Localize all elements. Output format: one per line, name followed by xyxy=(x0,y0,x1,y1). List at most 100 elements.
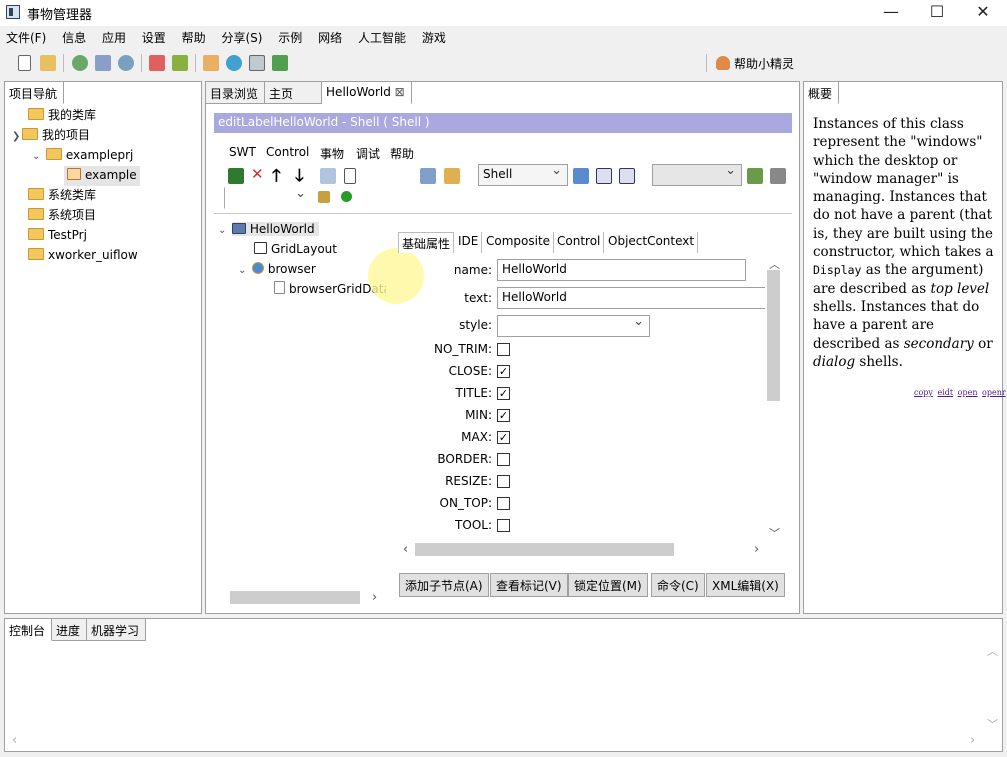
console-scroll-up-icon[interactable]: ︿ xyxy=(987,643,998,659)
console-scroll-right-icon[interactable]: › xyxy=(970,733,975,748)
tree-node-helloworld[interactable]: ⌄ HelloWorld xyxy=(218,220,319,240)
menu-network[interactable]: 网络 xyxy=(312,26,348,48)
delete-icon[interactable]: ✕ xyxy=(251,165,264,183)
copy-link[interactable]: copy xyxy=(914,388,933,397)
inner-menu-swt[interactable]: SWT xyxy=(229,145,256,159)
nav-item-system-projects[interactable]: 系统项目 xyxy=(28,206,96,226)
close-button[interactable]: ✕ xyxy=(960,0,1006,26)
checkbox-max[interactable]: ✓ xyxy=(497,431,510,444)
chevron-right-icon[interactable]: ❯ xyxy=(12,128,22,146)
tree-node-gridlayout[interactable]: GridLayout xyxy=(254,240,337,260)
chevron-down-icon[interactable]: ⌄ xyxy=(238,262,248,280)
lock-position-button[interactable]: 锁定位置(M) xyxy=(568,573,648,597)
tab-directory-browse[interactable]: 目录浏览 xyxy=(206,82,266,104)
text-field[interactable]: HelloWorld xyxy=(497,287,765,309)
inner-menu-control[interactable]: Control xyxy=(266,145,309,159)
console-scroll-left-icon[interactable]: ‹ xyxy=(12,733,17,748)
tab-progress[interactable]: 进度 xyxy=(52,619,88,641)
console-scroll-down-icon[interactable]: ﹀ xyxy=(987,716,998,732)
tab-helloworld[interactable]: HelloWorld ⊠ xyxy=(322,82,412,104)
filter-combo[interactable] xyxy=(224,186,312,209)
run-plugin-icon[interactable] xyxy=(747,168,763,184)
tree-scroll-thumb[interactable] xyxy=(230,591,360,604)
menu-info[interactable]: 信息 xyxy=(56,26,92,48)
name-field[interactable]: HelloWorld xyxy=(497,259,746,281)
refresh-icon[interactable] xyxy=(573,168,589,184)
tab-home[interactable]: 主页 xyxy=(265,82,323,104)
inner-menu-debug[interactable]: 调试 xyxy=(356,145,380,162)
bookmark-icon[interactable] xyxy=(444,168,460,184)
chevron-down-icon[interactable]: ⌄ xyxy=(32,148,42,166)
maximize-button[interactable]: ☐ xyxy=(914,0,960,26)
nav-item-my-projects[interactable]: ❯ 我的项目 xyxy=(12,126,90,146)
tab-console[interactable]: 控制台 xyxy=(5,619,53,641)
pdf-icon[interactable] xyxy=(149,55,165,71)
prop-tab-ide[interactable]: IDE xyxy=(455,232,483,253)
nav-item-xworker-uiflow[interactable]: xworker_uiflow xyxy=(28,246,138,266)
scroll-left-icon[interactable]: ‹ xyxy=(403,542,408,557)
menu-games[interactable]: 游戏 xyxy=(416,26,452,48)
prop-tab-composite[interactable]: Composite xyxy=(483,232,555,253)
save-icon[interactable] xyxy=(228,168,244,184)
checkbox-title[interactable]: ✓ xyxy=(497,387,510,400)
menu-help[interactable]: 帮助 xyxy=(176,26,212,48)
checkbox-resize[interactable] xyxy=(497,475,510,488)
checkbox-close[interactable]: ✓ xyxy=(497,365,510,378)
nav-item-system-libs[interactable]: 系统类库 xyxy=(28,186,96,206)
tree-view-icon[interactable] xyxy=(420,168,436,184)
action-combo[interactable] xyxy=(652,163,742,186)
close-tab-icon[interactable]: ⊠ xyxy=(395,85,405,99)
horizontal-scroll-thumb[interactable] xyxy=(415,543,674,556)
x-box-alt-icon[interactable] xyxy=(619,168,635,184)
window-icon[interactable] xyxy=(249,55,265,71)
edit-link[interactable]: eidt xyxy=(937,388,953,397)
command-button[interactable]: 命令(C) xyxy=(651,573,705,597)
inner-menu-thing[interactable]: 事物 xyxy=(320,145,344,162)
checkbox-border[interactable] xyxy=(497,453,510,466)
menu-apps[interactable]: 应用 xyxy=(96,26,132,48)
xml-file-icon[interactable] xyxy=(344,168,356,184)
open-link[interactable]: open xyxy=(958,388,978,397)
checkbox-on-top[interactable] xyxy=(497,497,510,510)
tree-node-browser[interactable]: ⌄ browser xyxy=(238,260,316,280)
menu-file[interactable]: 文件(F) xyxy=(0,26,52,48)
menu-share[interactable]: 分享(S) xyxy=(215,26,268,48)
image-tool-icon[interactable] xyxy=(95,55,111,71)
view-marks-button[interactable]: 查看标记(V) xyxy=(490,573,568,597)
xml-edit-button[interactable]: XML编辑(X) xyxy=(706,573,785,597)
tab-summary[interactable]: 概要 xyxy=(804,82,840,104)
refresh-globe-icon[interactable] xyxy=(72,55,88,71)
prop-tab-control[interactable]: Control xyxy=(554,232,605,253)
stop-plugin-icon[interactable] xyxy=(770,168,786,184)
tab-machine-learning[interactable]: 机器学习 xyxy=(87,619,147,641)
helper-button[interactable]: 帮助小精灵 xyxy=(716,55,794,72)
nav-item-exampleprj[interactable]: ⌄ exampleprj xyxy=(32,146,133,166)
inner-menu-help[interactable]: 帮助 xyxy=(390,145,414,162)
menu-ai[interactable]: 人工智能 xyxy=(352,26,412,48)
tab-project-nav[interactable]: 项目导航 xyxy=(5,82,65,104)
checkbox-min[interactable]: ✓ xyxy=(497,409,510,422)
monitor-icon[interactable] xyxy=(272,55,288,71)
tree-scroll-right-icon[interactable]: › xyxy=(372,590,377,605)
open-folder-icon[interactable] xyxy=(40,55,56,71)
style-select[interactable] xyxy=(497,314,650,337)
nav-item-my-libs[interactable]: 我的类库 xyxy=(28,106,96,126)
nav-item-example[interactable]: example xyxy=(64,166,140,186)
checkbox-tool[interactable] xyxy=(497,519,510,532)
add-child-icon[interactable] xyxy=(318,191,330,203)
plugin-icon[interactable] xyxy=(172,55,188,71)
play-icon[interactable] xyxy=(341,191,352,202)
scroll-right-icon[interactable]: › xyxy=(754,542,759,557)
add-child-button[interactable]: 添加子节点(A) xyxy=(399,573,489,597)
vertical-scroll-thumb[interactable] xyxy=(767,270,780,401)
new-file-icon[interactable] xyxy=(18,55,31,71)
menu-examples[interactable]: 示例 xyxy=(272,26,308,48)
nav-item-testprj[interactable]: TestPrj xyxy=(28,226,87,246)
checkbox-no-trim[interactable] xyxy=(497,343,510,356)
minimize-button[interactable]: — xyxy=(868,0,914,26)
globe-icon[interactable] xyxy=(226,55,242,71)
prop-tab-objectcontext[interactable]: ObjectContext xyxy=(605,232,699,253)
scroll-down-icon[interactable]: ﹀ xyxy=(769,525,780,541)
settings-globe-icon[interactable] xyxy=(118,55,134,71)
chevron-down-icon[interactable]: ⌄ xyxy=(218,222,228,240)
